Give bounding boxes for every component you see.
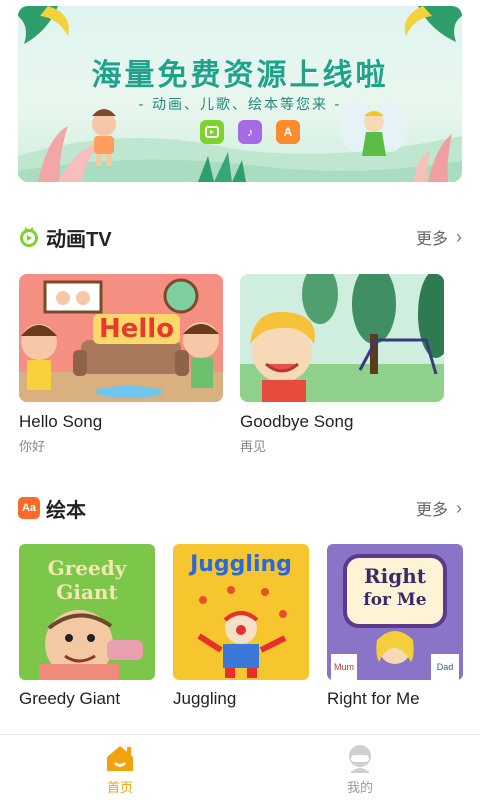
promo-banner[interactable]: 海量免费资源上线啦 - 动画、儿歌、绘本等您来 - ♪ A — [18, 6, 462, 182]
banner-subtitle: - 动画、儿歌、绘本等您来 - — [138, 97, 342, 113]
banner-icon-row: ♪ A — [200, 120, 300, 144]
video-card-hello-song[interactable]: Hello Hello Song 你好 — [19, 274, 223, 455]
book-cover-mug-label-left: Mum — [334, 662, 354, 672]
tv-icon — [200, 120, 224, 144]
music-icon: ♪ — [238, 120, 262, 144]
video-thumbnail: Hello — [19, 274, 223, 402]
video-subtitle: 你好 — [19, 439, 46, 454]
video-title: Hello Song — [19, 412, 103, 431]
home-icon — [107, 746, 133, 771]
book-card-greedy-giant[interactable]: Greedy Giant Greedy Giant — [19, 544, 155, 709]
book-cover-mug-label-right: Dad — [436, 662, 454, 672]
videos-section-title: 动画TV — [46, 228, 112, 251]
book-cover-title-line-2: Giant — [56, 580, 118, 604]
book-title: Juggling — [173, 689, 237, 708]
more-label: 更多 — [415, 502, 448, 519]
book-cover-title-line-2: for Me — [363, 590, 427, 610]
book-cover: Greedy Giant — [19, 544, 155, 680]
books-more-link[interactable]: 更多 › — [416, 496, 462, 520]
book-icon: Aa — [18, 497, 40, 519]
book-icon-text: Aa — [18, 497, 40, 519]
book-title: Greedy Giant — [19, 689, 121, 708]
chevron-right-icon: › — [456, 497, 462, 518]
profile-icon — [349, 745, 371, 773]
books-section-title: 绘本 — [46, 499, 86, 522]
book-cover: Juggling — [173, 544, 309, 680]
book-icon: A — [276, 120, 300, 144]
video-card-goodbye-song[interactable]: Goodbye Song 再见 — [240, 274, 444, 455]
video-title: Goodbye Song — [240, 412, 354, 431]
bottom-navigation: 首页 我的 — [0, 734, 480, 800]
videos-section-header: 动画TV 更多 › — [18, 220, 462, 254]
nav-label-profile: 我的 — [346, 780, 373, 795]
tv-icon — [18, 226, 40, 248]
nav-item-profile[interactable]: 我的 — [240, 735, 480, 800]
book-title: Right for Me — [327, 689, 420, 708]
videos-more-link[interactable]: 更多 › — [416, 225, 462, 249]
book-card-right-for-me[interactable]: Right for Me Mum Dad Right for Me — [327, 544, 463, 709]
more-label: 更多 — [415, 231, 448, 248]
book-cover-title-line-1: Greedy — [47, 556, 127, 580]
book-cover-title: Juggling — [190, 552, 292, 577]
book-card-juggling[interactable]: Juggling Juggling — [173, 544, 309, 709]
chevron-right-icon: › — [456, 226, 462, 247]
book-cover-title-line-1: Right — [364, 564, 426, 588]
banner-title: 海量免费资源上线啦 — [91, 58, 389, 93]
thumbnail-title-art: Hello — [93, 314, 181, 344]
books-section-header: Aa 绘本 更多 › — [18, 491, 462, 525]
nav-label-home: 首页 — [106, 780, 133, 795]
video-subtitle: 再见 — [240, 439, 267, 454]
nav-item-home[interactable]: 首页 — [0, 735, 240, 800]
book-cover: Right for Me Mum Dad — [327, 544, 463, 680]
video-thumbnail — [240, 274, 444, 402]
